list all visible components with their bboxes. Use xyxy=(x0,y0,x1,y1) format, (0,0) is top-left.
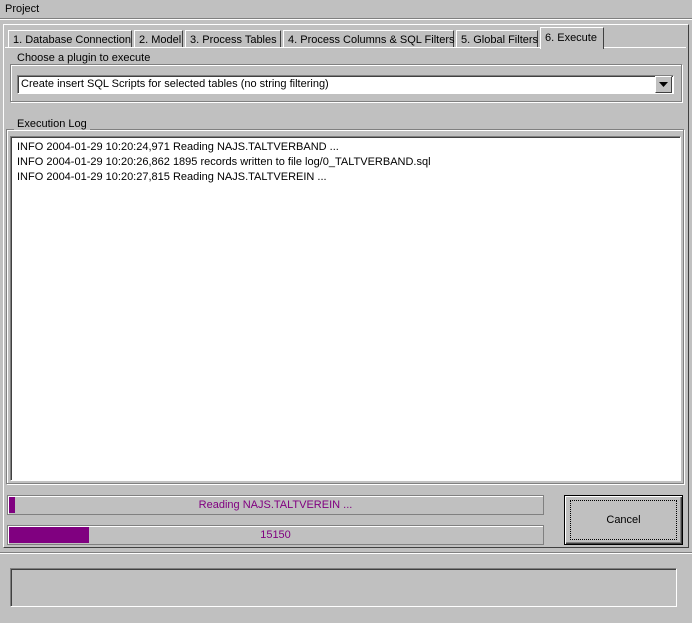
records-progress-bar: 15150 xyxy=(7,525,544,545)
title-bar xyxy=(0,0,692,19)
tab-model[interactable]: 2. Model xyxy=(134,30,183,48)
log-line: INFO 2004-01-29 10:20:27,815 Reading NAJ… xyxy=(17,171,327,183)
tab-global-filters[interactable]: 5. Global Filters xyxy=(456,30,538,48)
tab-database-connection[interactable]: 1. Database Connection xyxy=(8,30,132,48)
plugin-group-legend: Choose a plugin to execute xyxy=(14,52,154,64)
title-separator xyxy=(0,18,692,20)
tab-execute[interactable]: 6. Execute xyxy=(540,27,604,49)
records-progress-text: 15150 xyxy=(260,529,291,541)
log-line: INFO 2004-01-29 10:20:24,971 Reading NAJ… xyxy=(17,141,339,153)
log-group-legend: Execution Log xyxy=(14,118,90,130)
chevron-down-icon xyxy=(659,82,668,87)
tab-process-columns[interactable]: 4. Process Columns & SQL Filters xyxy=(283,30,454,48)
execution-log[interactable]: INFO 2004-01-29 10:20:24,971 Reading NAJ… xyxy=(10,136,681,481)
log-line: INFO 2004-01-29 10:20:26,862 1895 record… xyxy=(17,156,431,168)
plugin-select[interactable]: Create insert SQL Scripts for selected t… xyxy=(17,75,674,94)
plugin-select-value: Create insert SQL Scripts for selected t… xyxy=(21,78,329,90)
plugin-select-arrow-button[interactable] xyxy=(655,76,672,93)
task-progress-text: Reading NAJS.TALTVEREIN ... xyxy=(198,499,353,511)
bottom-separator xyxy=(0,552,692,554)
status-field xyxy=(10,568,677,607)
cancel-button[interactable]: Cancel xyxy=(564,495,683,545)
window-title: Project xyxy=(5,3,40,15)
tab-process-tables[interactable]: 3. Process Tables xyxy=(185,30,281,48)
task-progress-bar: Reading NAJS.TALTVEREIN ... xyxy=(7,495,544,515)
